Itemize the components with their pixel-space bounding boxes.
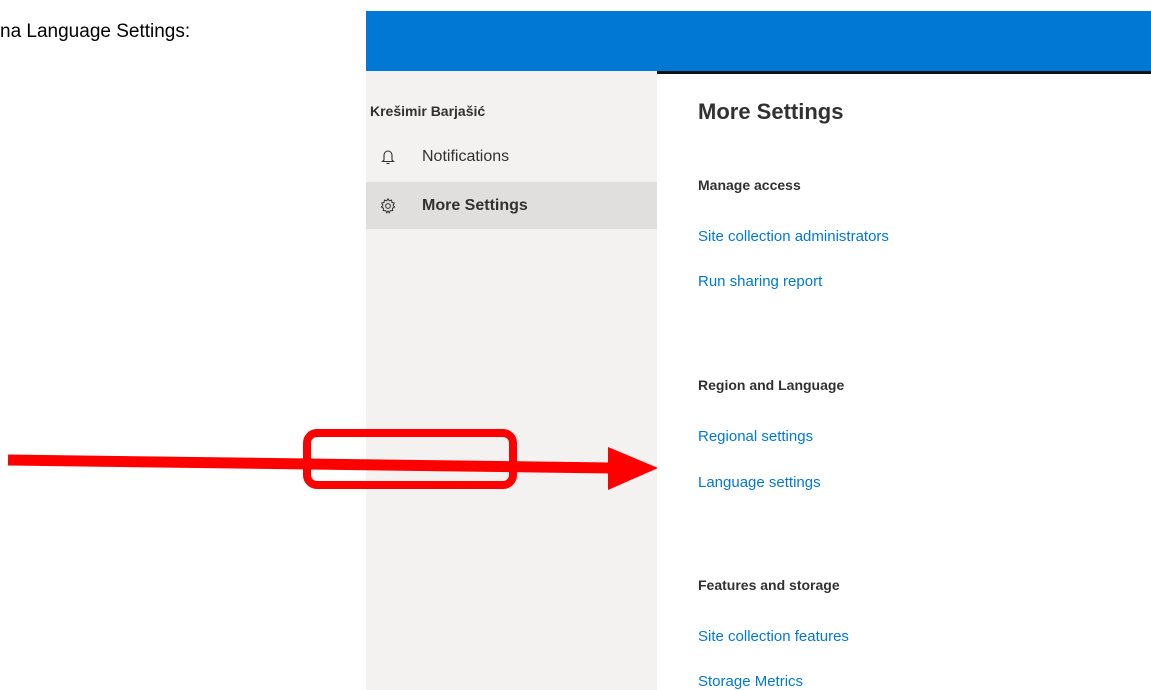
sidebar-item-label: More Settings [422, 196, 528, 214]
sidebar-item-more-settings[interactable]: More Settings [366, 182, 657, 229]
link-site-collection-features[interactable]: Site collection features [698, 628, 849, 645]
page: na Language Settings: Krešimir Barjašić … [0, 0, 1151, 690]
main-content: More Settings Manage access Site collect… [657, 74, 1151, 690]
link-language-settings[interactable]: Language settings [698, 474, 821, 491]
sidebar-item-label: Notifications [422, 147, 510, 165]
sidebar-item-notifications[interactable]: Notifications [366, 133, 657, 180]
page-title: More Settings [698, 99, 844, 124]
settings-window: Krešimir Barjašić Notifications More Set… [366, 11, 1151, 690]
link-run-sharing-report[interactable]: Run sharing report [698, 273, 822, 290]
link-site-collection-administrators[interactable]: Site collection administrators [698, 228, 889, 245]
bell-icon [378, 147, 398, 167]
link-regional-settings[interactable]: Regional settings [698, 428, 813, 445]
sidebar: Krešimir Barjašić Notifications More Set… [366, 71, 657, 690]
header-bar [366, 11, 1151, 71]
instruction-caption: na Language Settings: [0, 21, 191, 42]
gear-icon [378, 196, 398, 216]
link-storage-metrics[interactable]: Storage Metrics [698, 673, 803, 690]
section-heading-features-storage: Features and storage [698, 577, 840, 593]
section-heading-manage-access: Manage access [698, 177, 801, 193]
section-heading-region-language: Region and Language [698, 377, 845, 393]
user-name: Krešimir Barjašić [370, 103, 486, 119]
